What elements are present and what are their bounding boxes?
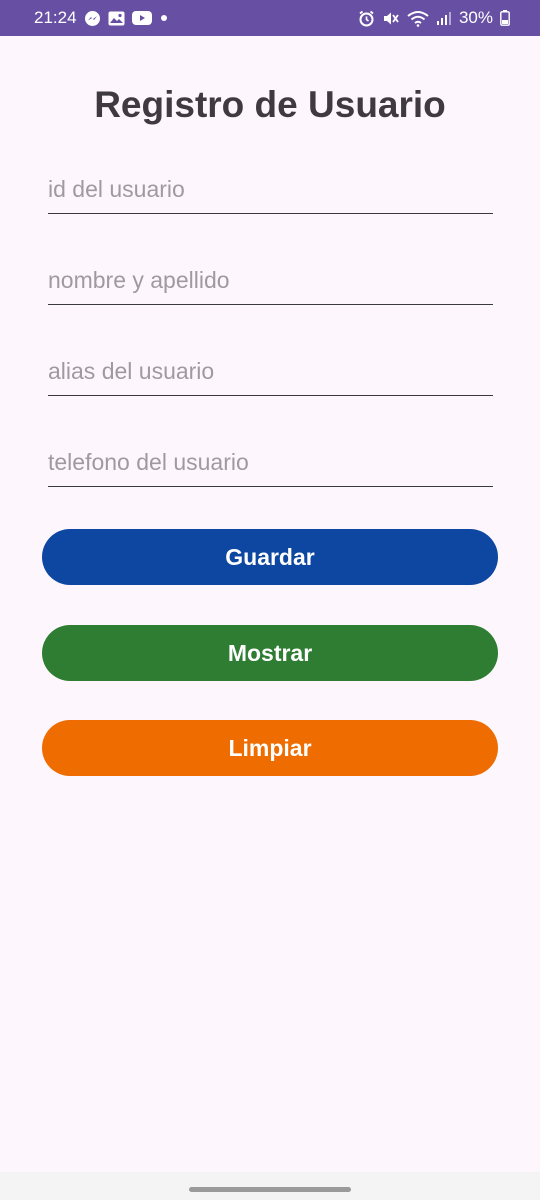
show-button[interactable]: Mostrar: [42, 625, 498, 681]
wifi-icon: [407, 10, 429, 27]
full-name-input[interactable]: [48, 257, 493, 305]
signal-icon: [436, 11, 452, 26]
battery-icon: [500, 10, 510, 26]
youtube-icon: [131, 11, 152, 25]
messenger-icon: [84, 10, 101, 27]
phone-input[interactable]: [48, 439, 493, 487]
navigation-bar: [0, 1172, 540, 1200]
status-right: 30%: [358, 8, 510, 28]
mute-icon: [382, 10, 400, 27]
battery-percent: 30%: [458, 8, 493, 27]
alarm-icon: [358, 10, 375, 27]
save-button[interactable]: Guardar: [42, 529, 498, 585]
dot-icon: [159, 13, 169, 23]
alias-input[interactable]: [48, 348, 493, 396]
status-bar: 21:24 30%: [0, 0, 540, 36]
status-time: 21:24: [34, 8, 77, 27]
home-gesture-handle[interactable]: [189, 1187, 351, 1192]
clear-button[interactable]: Limpiar: [42, 720, 498, 776]
user-id-input[interactable]: [48, 166, 493, 214]
gallery-icon: [108, 11, 125, 26]
page-title: Registro de Usuario: [94, 84, 446, 125]
status-left: 21:24: [34, 8, 169, 28]
